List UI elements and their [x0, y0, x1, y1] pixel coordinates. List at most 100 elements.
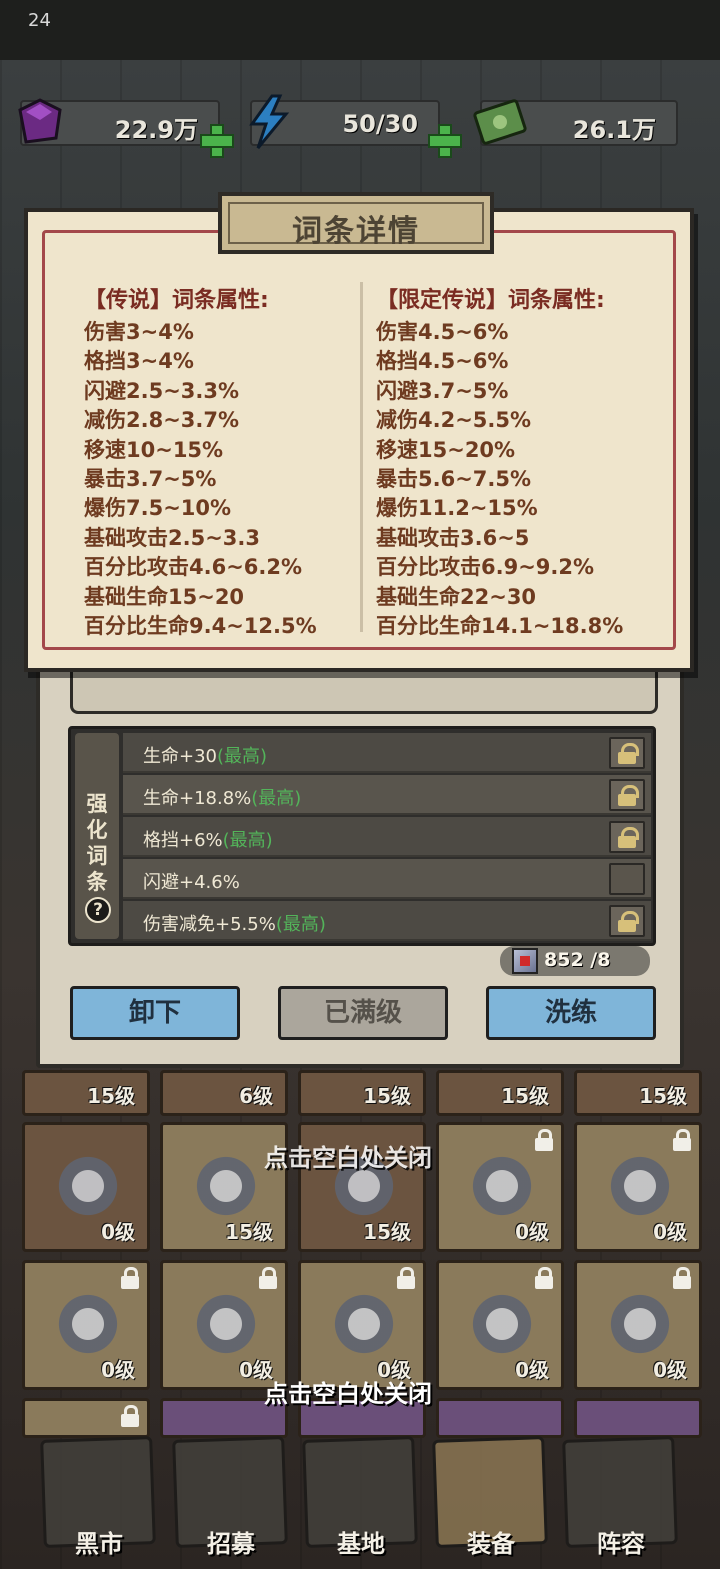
affix-best-tag: (最高)	[217, 746, 268, 767]
gem-resource: 22.9万	[18, 98, 220, 146]
lock-toggle[interactable]	[609, 779, 645, 811]
affix-best-tag: (最高)	[275, 914, 326, 935]
cash-icon	[473, 99, 527, 145]
limited-line: 爆伤11.2~15%	[376, 496, 538, 521]
legend-line: 伤害3~4%	[84, 320, 194, 344]
item-level: 0级	[515, 1358, 549, 1382]
reroll-button[interactable]: 洗练	[486, 986, 656, 1040]
affix-text: 格挡+6%	[143, 830, 223, 851]
item-slot[interactable]: 15级	[436, 1070, 564, 1116]
legend-line: 闪避2.5~3.3%	[84, 378, 240, 403]
energy-bolt-icon	[249, 94, 290, 149]
cost-value: 852 /8	[544, 949, 611, 971]
add-gem-button[interactable]	[200, 124, 234, 158]
affix-details-popup: 词条详情 【传说】词条属性: 伤害3~4% 格挡3~4% 闪避2.5~3.3% …	[24, 192, 694, 672]
lock-toggle[interactable]	[609, 863, 645, 895]
item-level: 0级	[653, 1220, 687, 1244]
spear-icon	[601, 1151, 679, 1221]
item-slot[interactable]: 6级	[160, 1070, 288, 1116]
armor-icon	[187, 1151, 265, 1221]
lock-icon	[395, 1267, 417, 1291]
lock-icon	[671, 1267, 693, 1291]
side-char: 条	[86, 870, 108, 894]
affix-row: 生命+30(最高)	[123, 733, 651, 773]
item-slot[interactable]: 0级	[574, 1260, 702, 1390]
legend-line: 基础生命15~20	[84, 584, 245, 609]
affix-best-tag: (最高)	[222, 830, 273, 851]
cube-material-icon	[512, 948, 538, 974]
limited-line: 减伤4.2~5.5%	[376, 408, 532, 433]
nav-label: 招募	[207, 1530, 255, 1558]
lock-toggle[interactable]	[609, 821, 645, 853]
add-energy-button[interactable]	[428, 124, 462, 158]
limited-line: 格挡4.5~6%	[376, 349, 509, 374]
item-level: 6级	[239, 1084, 273, 1108]
column-divider	[360, 282, 363, 632]
dagger-icon	[463, 1289, 541, 1359]
nav-label: 黑市	[75, 1530, 123, 1558]
ring-icon	[49, 1289, 127, 1359]
lock-icon	[257, 1267, 279, 1291]
legend-line: 减伤2.8~3.7%	[84, 408, 240, 433]
lock-icon	[119, 1267, 141, 1291]
boots-icon	[49, 1151, 127, 1221]
legend-line: 格挡3~4%	[84, 349, 194, 374]
nav-lineup[interactable]: 阵容	[558, 1432, 684, 1558]
lock-toggle[interactable]	[609, 905, 645, 937]
item-slot[interactable]: 0级	[436, 1260, 564, 1390]
side-char: 化	[86, 818, 108, 842]
affix-row: 伤害减免+5.5%(最高)	[123, 901, 651, 941]
nav-label: 装备	[467, 1530, 515, 1558]
belt-icon	[601, 1289, 679, 1359]
legend-line: 移速10~15%	[84, 437, 224, 462]
item-slot[interactable]: 0级	[298, 1260, 426, 1390]
nav-black-market[interactable]: 黑市	[36, 1432, 162, 1558]
item-level: 0级	[515, 1220, 549, 1244]
item-level: 15级	[639, 1084, 687, 1108]
item-slot[interactable]: 0级	[22, 1260, 150, 1390]
nav-recruit[interactable]: 招募	[168, 1432, 294, 1558]
nav-base[interactable]: 基地	[298, 1432, 424, 1558]
cash-value: 26.1万	[572, 116, 656, 144]
flail-icon	[463, 1151, 541, 1221]
affix-row: 生命+18.8%(最高)	[123, 775, 651, 815]
cash-resource: 26.1万	[473, 99, 678, 146]
maxed-button[interactable]: 已满级	[278, 986, 448, 1040]
close-hint-text[interactable]: 点击空白处关闭	[264, 1138, 432, 1173]
lock-icon	[533, 1129, 555, 1153]
item-slot[interactable]: 15级	[574, 1070, 702, 1116]
close-hint-text[interactable]: 点击空白处关闭	[264, 1374, 432, 1409]
item-level: 15级	[501, 1084, 549, 1108]
limited-line: 暴击5.6~7.5%	[376, 467, 532, 492]
item-slot[interactable]: 15级	[298, 1070, 426, 1116]
boots-icon	[187, 1289, 265, 1359]
lock-icon	[533, 1267, 555, 1291]
item-slot[interactable]: 0级	[160, 1260, 288, 1390]
side-char: 词	[86, 844, 108, 868]
unequip-button[interactable]: 卸下	[70, 986, 240, 1040]
lock-toggle[interactable]	[609, 737, 645, 769]
limited-line: 基础生命22~30	[376, 584, 537, 609]
limited-line: 移速15~20%	[376, 437, 516, 462]
purple-gem-icon	[18, 98, 62, 144]
popup-title-plate: 词条详情	[218, 192, 494, 254]
affix-text: 伤害减免+5.5%	[143, 914, 276, 935]
affix-text: 生命+18.8%	[143, 788, 252, 809]
legend-line: 爆伤7.5~10%	[84, 496, 232, 521]
item-slot[interactable]: 0级	[22, 1122, 150, 1252]
item-slot[interactable]: 0级	[436, 1122, 564, 1252]
lock-icon	[119, 1405, 141, 1429]
enhance-affix-side-label: 强 化 词 条 ?	[75, 733, 119, 939]
item-level: 15级	[87, 1084, 135, 1108]
item-level: 15级	[363, 1220, 411, 1244]
side-char: 强	[86, 792, 108, 816]
item-level: 0级	[101, 1358, 135, 1382]
item-slot[interactable]: 15级	[22, 1070, 150, 1116]
legend-line: 暴击3.7~5%	[84, 467, 217, 492]
affix-text: 闪避+4.6%	[143, 872, 240, 893]
item-slot[interactable]: 0级	[574, 1122, 702, 1252]
item-level: 0级	[101, 1220, 135, 1244]
help-icon[interactable]: ?	[85, 897, 111, 923]
item-level: 0级	[653, 1358, 687, 1382]
nav-equipment[interactable]: 装备	[428, 1432, 554, 1558]
